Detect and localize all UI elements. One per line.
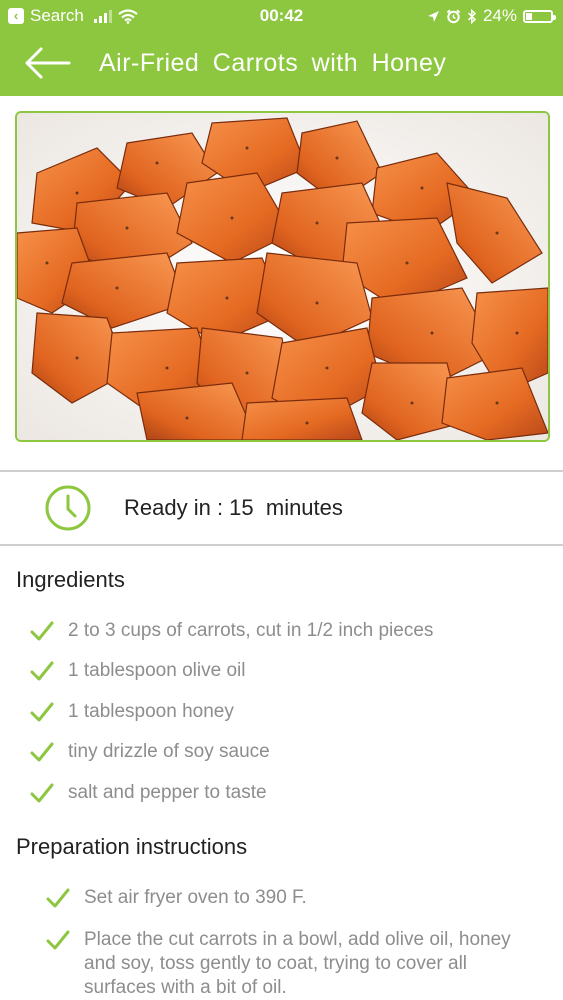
check-icon	[30, 702, 54, 722]
check-icon	[30, 661, 54, 681]
check-icon	[30, 621, 54, 641]
instruction-text: Set air fryer oven to 390 F.	[84, 887, 307, 908]
check-icon	[46, 930, 70, 950]
ingredient-text: 2 to 3 cups of carrots, cut in 1/2 inch …	[68, 620, 434, 641]
bluetooth-icon	[467, 8, 477, 24]
nav-bar: Air-Fried Carrots with Honey	[0, 38, 563, 90]
instruction-text: Place the cut carrots in a bowl, add oli…	[84, 929, 511, 998]
check-icon	[30, 742, 54, 762]
back-arrow-icon[interactable]	[24, 46, 72, 80]
ingredient-item: salt and pepper to taste	[30, 781, 267, 805]
instruction-item: Place the cut carrots in a bowl, add oli…	[46, 928, 536, 1000]
status-right: 24%	[427, 6, 556, 26]
ready-time-row: Ready in : 15 minutes	[0, 472, 563, 544]
ingredient-text: 1 tablespoon honey	[68, 701, 234, 722]
ingredient-text: 1 tablespoon olive oil	[68, 660, 246, 681]
preparation-title: Preparation instructions	[16, 834, 248, 859]
check-icon	[46, 888, 70, 908]
battery-icon	[523, 9, 556, 23]
alarm-icon	[446, 9, 461, 23]
ingredient-item: tiny drizzle of soy sauce	[30, 740, 270, 764]
battery-percent: 24%	[482, 6, 517, 25]
ingredient-text: salt and pepper to taste	[68, 782, 267, 803]
ingredient-item: 1 tablespoon olive oil	[30, 659, 245, 683]
ingredient-item: 2 to 3 cups of carrots, cut in 1/2 inch …	[30, 619, 433, 643]
ready-time-text: Ready in : 15 minutes	[124, 495, 343, 520]
app-header: ‹ Search 00:42 24% Air-Fried Carrots wit…	[0, 0, 563, 96]
clock-icon	[45, 485, 91, 531]
divider	[0, 544, 563, 546]
instruction-item: Set air fryer oven to 390 F.	[46, 886, 536, 910]
ingredients-title: Ingredients	[16, 567, 125, 592]
ingredient-text: tiny drizzle of soy sauce	[68, 741, 270, 762]
status-bar: ‹ Search 00:42 24%	[0, 0, 563, 32]
recipe-photo	[15, 111, 550, 442]
check-icon	[30, 783, 54, 803]
location-icon	[427, 10, 439, 22]
carrots-illustration	[17, 113, 548, 440]
page-title: Air-Fried Carrots with Honey	[99, 49, 447, 77]
ingredient-item: 1 tablespoon honey	[30, 700, 234, 724]
